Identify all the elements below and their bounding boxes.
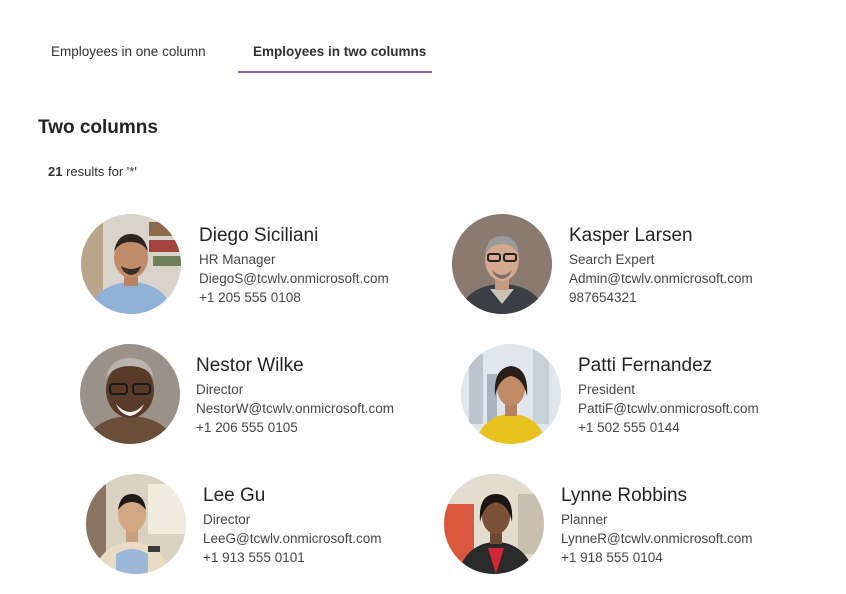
avatar[interactable]	[80, 344, 180, 444]
search-results-page: Employees in one column Employees in two…	[0, 0, 846, 594]
person-name[interactable]: Nestor Wilke	[196, 354, 394, 378]
person-phone: +1 918 555 0104	[561, 550, 663, 565]
results-summary: 21 results for '*'	[48, 164, 137, 179]
person-email[interactable]: Admin@tcwlv.onmicrosoft.com	[569, 269, 753, 288]
person-info: Patti Fernandez President PattiF@tcwlv.o…	[578, 354, 759, 437]
person-title: HR Manager	[199, 252, 276, 267]
avatar[interactable]	[461, 344, 561, 444]
person-info: Nestor Wilke Director NestorW@tcwlv.onmi…	[196, 354, 394, 437]
person-phone: 987654321	[569, 290, 637, 305]
person-phone: +1 502 555 0144	[578, 420, 680, 435]
results-count: 21	[48, 164, 63, 179]
person-title: Director	[196, 382, 244, 397]
person-title: Search Expert	[569, 252, 655, 267]
person-info: Lynne Robbins Planner LynneR@tcwlv.onmic…	[561, 484, 753, 567]
person-info: Diego Siciliani HR Manager DiegoS@tcwlv.…	[199, 224, 389, 307]
person-name[interactable]: Lynne Robbins	[561, 484, 753, 508]
person-card[interactable]: Diego Siciliani HR Manager DiegoS@tcwlv.…	[81, 214, 421, 316]
section-title: Two columns	[38, 117, 158, 138]
person-card[interactable]: Patti Fernandez President PattiF@tcwlv.o…	[461, 344, 801, 446]
avatar[interactable]	[81, 214, 181, 314]
person-email[interactable]: DiegoS@tcwlv.onmicrosoft.com	[199, 269, 389, 288]
person-email[interactable]: NestorW@tcwlv.onmicrosoft.com	[196, 399, 394, 418]
person-name[interactable]: Lee Gu	[203, 484, 382, 508]
person-phone: +1 913 555 0101	[203, 550, 305, 565]
person-card[interactable]: Kasper Larsen Search Expert Admin@tcwlv.…	[452, 214, 792, 316]
person-info: Kasper Larsen Search Expert Admin@tcwlv.…	[569, 224, 753, 307]
tab-employees-two-columns[interactable]: Employees in two columns	[253, 30, 426, 74]
person-phone: +1 205 555 0108	[199, 290, 301, 305]
avatar[interactable]	[86, 474, 186, 574]
person-name[interactable]: Kasper Larsen	[569, 224, 753, 248]
person-name[interactable]: Patti Fernandez	[578, 354, 759, 378]
avatar[interactable]	[452, 214, 552, 314]
tab-bar: Employees in one column Employees in two…	[0, 30, 846, 74]
person-title: Planner	[561, 512, 608, 527]
person-info: Lee Gu Director LeeG@tcwlv.onmicrosoft.c…	[203, 484, 382, 567]
person-card[interactable]: Lynne Robbins Planner LynneR@tcwlv.onmic…	[444, 474, 784, 576]
avatar[interactable]	[444, 474, 544, 574]
person-email[interactable]: PattiF@tcwlv.onmicrosoft.com	[578, 399, 759, 418]
person-email[interactable]: LynneR@tcwlv.onmicrosoft.com	[561, 529, 753, 548]
person-phone: +1 206 555 0105	[196, 420, 298, 435]
tab-employees-one-column[interactable]: Employees in one column	[51, 30, 206, 74]
person-title: President	[578, 382, 636, 397]
person-email[interactable]: LeeG@tcwlv.onmicrosoft.com	[203, 529, 382, 548]
person-name[interactable]: Diego Siciliani	[199, 224, 389, 248]
results-query-text: results for '*'	[66, 164, 137, 179]
person-card[interactable]: Nestor Wilke Director NestorW@tcwlv.onmi…	[80, 344, 420, 446]
selected-tab-indicator	[238, 71, 432, 73]
person-title: Director	[203, 512, 251, 527]
person-card[interactable]: Lee Gu Director LeeG@tcwlv.onmicrosoft.c…	[86, 474, 426, 576]
